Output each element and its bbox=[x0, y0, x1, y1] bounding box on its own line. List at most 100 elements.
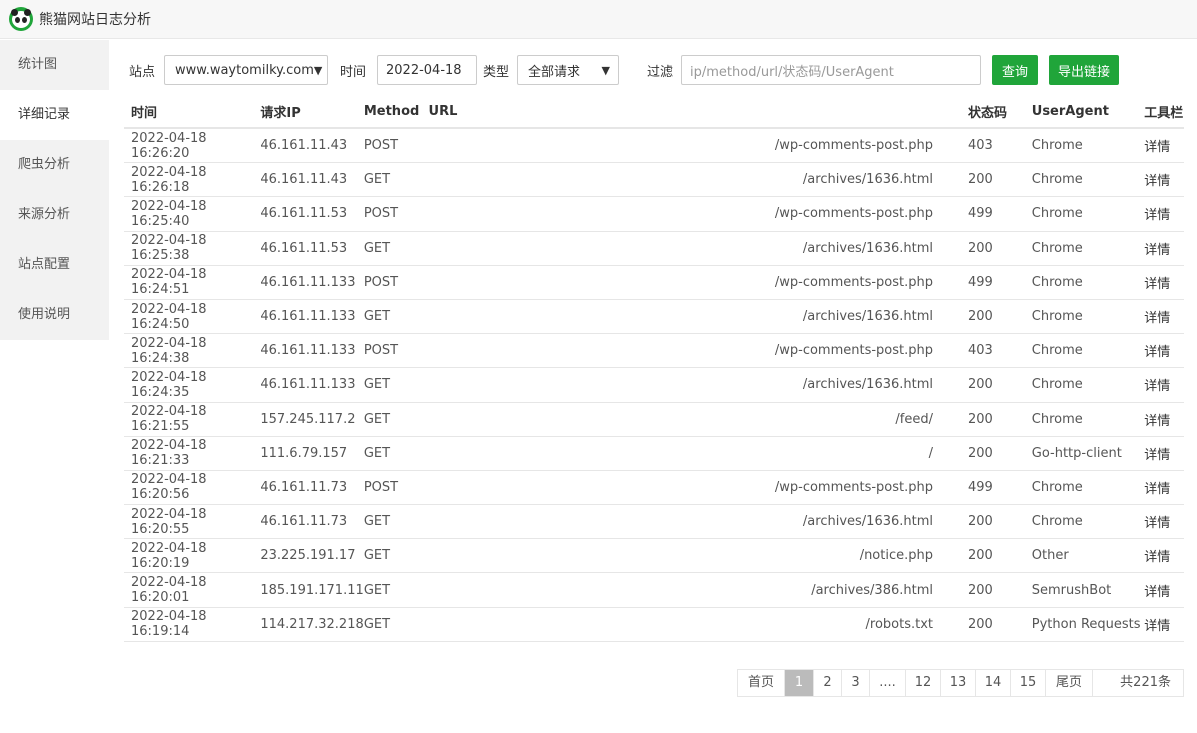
cell-ip: 46.161.11.53 bbox=[260, 206, 348, 222]
filter-toolbar: 站点 www.waytomilky.com ▼ 时间 2022-04-18 类型… bbox=[129, 55, 1119, 85]
log-table: 时间 请求IP Method URL 状态码 UserAgent 工具栏 202… bbox=[124, 95, 1184, 642]
page-button-12[interactable]: 12 bbox=[906, 670, 941, 696]
page-button-1[interactable]: 1 bbox=[785, 670, 814, 696]
cell-url: /archives/1636.html bbox=[802, 514, 933, 530]
cell-status: 200 bbox=[968, 445, 993, 461]
site-select-value: www.waytomilky.com bbox=[175, 62, 314, 78]
cell-status: 499 bbox=[968, 206, 993, 222]
cell-url: /archives/386.html bbox=[811, 582, 933, 598]
cell-useragent: Chrome bbox=[1031, 514, 1083, 530]
cell-url: /archives/1636.html bbox=[802, 172, 933, 188]
type-select-value: 全部请求 bbox=[528, 64, 581, 80]
detail-link[interactable]: 详情 bbox=[1144, 512, 1184, 531]
panda-logo-icon bbox=[9, 7, 33, 31]
site-label: 站点 bbox=[129, 64, 156, 80]
page-first-button[interactable]: 首页 bbox=[738, 670, 785, 696]
cell-useragent: Chrome bbox=[1031, 377, 1083, 393]
date-input[interactable]: 2022-04-18 bbox=[377, 55, 477, 85]
cell-useragent: Chrome bbox=[1031, 479, 1083, 495]
header-toolbar: 工具栏 bbox=[1144, 105, 1184, 121]
sidebar-item-charts[interactable]: 统计图 bbox=[0, 40, 109, 90]
page-last-button[interactable]: 尾页 bbox=[1046, 670, 1093, 696]
page-button-14[interactable]: 14 bbox=[976, 670, 1011, 696]
table-row: 2022-04-18 16:26:20 46.161.11.43 POST/wp-c… bbox=[124, 129, 1184, 164]
detail-link[interactable]: 详情 bbox=[1144, 581, 1184, 600]
query-button[interactable]: 查询 bbox=[992, 55, 1038, 85]
cell-ip: 46.161.11.133 bbox=[260, 309, 356, 325]
cell-ip: 46.161.11.73 bbox=[260, 479, 348, 495]
detail-link[interactable]: 详情 bbox=[1144, 307, 1184, 326]
page-button-3[interactable]: 3 bbox=[842, 670, 870, 696]
cell-ip: 114.217.32.218 bbox=[260, 616, 364, 632]
sidebar-item-site-config[interactable]: 站点配置 bbox=[0, 240, 109, 290]
detail-link[interactable]: 详情 bbox=[1144, 136, 1184, 155]
cell-status: 403 bbox=[968, 138, 993, 154]
chevron-down-icon: ▼ bbox=[313, 63, 323, 77]
detail-link[interactable]: 详情 bbox=[1144, 204, 1184, 223]
table-row: 2022-04-18 16:24:35 46.161.11.133 GET/arch… bbox=[124, 368, 1184, 403]
detail-link[interactable]: 详情 bbox=[1144, 478, 1184, 497]
filter-input[interactable]: ip/method/url/状态码/UserAgent bbox=[681, 55, 981, 85]
cell-status: 200 bbox=[968, 411, 993, 427]
cell-url: /wp-comments-post.php bbox=[774, 343, 933, 359]
cell-ip: 46.161.11.53 bbox=[260, 240, 348, 256]
cell-method: POST bbox=[363, 138, 399, 154]
detail-link[interactable]: 详情 bbox=[1144, 273, 1184, 292]
cell-method: GET bbox=[363, 548, 391, 564]
page-button-2[interactable]: 2 bbox=[814, 670, 842, 696]
export-links-button[interactable]: 导出链接 bbox=[1049, 55, 1119, 85]
filter-label: 过滤 bbox=[647, 64, 674, 80]
cell-useragent: Go-http-client bbox=[1031, 445, 1122, 461]
table-row: 2022-04-18 16:20:56 46.161.11.73 POST/wp-c… bbox=[124, 471, 1184, 506]
page-button-13[interactable]: 13 bbox=[941, 670, 976, 696]
cell-ip: 46.161.11.43 bbox=[260, 138, 348, 154]
header-useragent: UserAgent bbox=[1031, 103, 1109, 119]
detail-link[interactable]: 详情 bbox=[1144, 170, 1184, 189]
cell-time: 2022-04-18 16:26:18 bbox=[131, 164, 207, 195]
site-select[interactable]: www.waytomilky.com ▼ bbox=[164, 55, 328, 85]
cell-time: 2022-04-18 16:20:55 bbox=[131, 506, 207, 537]
detail-link[interactable]: 详情 bbox=[1144, 375, 1184, 394]
header-ip: 请求IP bbox=[260, 105, 301, 121]
cell-method: GET bbox=[363, 240, 391, 256]
cell-ip: 46.161.11.133 bbox=[260, 377, 356, 393]
type-select[interactable]: 全部请求 ▼ bbox=[517, 55, 619, 85]
cell-url: /robots.txt bbox=[865, 616, 934, 632]
title-bar: 熊猫网站日志分析 bbox=[0, 0, 1197, 39]
cell-useragent: Chrome bbox=[1031, 274, 1083, 290]
cell-useragent: Chrome bbox=[1031, 309, 1083, 325]
cell-status: 200 bbox=[968, 240, 993, 256]
cell-ip: 185.191.171.11 bbox=[260, 582, 364, 598]
detail-link[interactable]: 详情 bbox=[1144, 546, 1184, 565]
cell-time: 2022-04-18 16:19:14 bbox=[131, 609, 207, 640]
detail-link[interactable]: 详情 bbox=[1144, 341, 1184, 360]
cell-url: / bbox=[928, 445, 933, 461]
detail-link[interactable]: 详情 bbox=[1144, 410, 1184, 429]
table-row: 2022-04-18 16:25:40 46.161.11.53 POST/wp-c… bbox=[124, 197, 1184, 232]
cell-url: /notice.php bbox=[859, 548, 933, 564]
cell-ip: 46.161.11.133 bbox=[260, 343, 356, 359]
detail-link[interactable]: 详情 bbox=[1144, 615, 1184, 634]
cell-method: GET bbox=[363, 172, 391, 188]
table-row: 2022-04-18 16:24:38 46.161.11.133 POST/wp-… bbox=[124, 334, 1184, 369]
sidebar-item-usage-guide[interactable]: 使用说明 bbox=[0, 290, 109, 340]
cell-useragent: Chrome bbox=[1031, 172, 1083, 188]
sidebar-item-crawler-analysis[interactable]: 爬虫分析 bbox=[0, 140, 109, 190]
header-status: 状态码 bbox=[968, 105, 1008, 121]
detail-link[interactable]: 详情 bbox=[1144, 239, 1184, 258]
page-button-15[interactable]: 15 bbox=[1011, 670, 1046, 696]
cell-useragent: Chrome bbox=[1031, 138, 1083, 154]
cell-status: 200 bbox=[968, 309, 993, 325]
cell-status: 200 bbox=[968, 514, 993, 530]
header-method: Method bbox=[363, 103, 420, 119]
cell-time: 2022-04-18 16:24:38 bbox=[131, 335, 207, 366]
table-row: 2022-04-18 16:26:18 46.161.11.43 GET/archi… bbox=[124, 163, 1184, 198]
cell-url: /archives/1636.html bbox=[802, 309, 933, 325]
sidebar-item-detail-records[interactable]: 详细记录 bbox=[0, 90, 109, 140]
sidebar-item-source-analysis[interactable]: 来源分析 bbox=[0, 190, 109, 240]
table-header: 时间 请求IP Method URL 状态码 UserAgent 工具栏 bbox=[124, 95, 1184, 129]
cell-method: GET bbox=[363, 582, 391, 598]
cell-url: /wp-comments-post.php bbox=[774, 138, 933, 154]
detail-link[interactable]: 详情 bbox=[1144, 444, 1184, 463]
cell-useragent: Chrome bbox=[1031, 411, 1083, 427]
